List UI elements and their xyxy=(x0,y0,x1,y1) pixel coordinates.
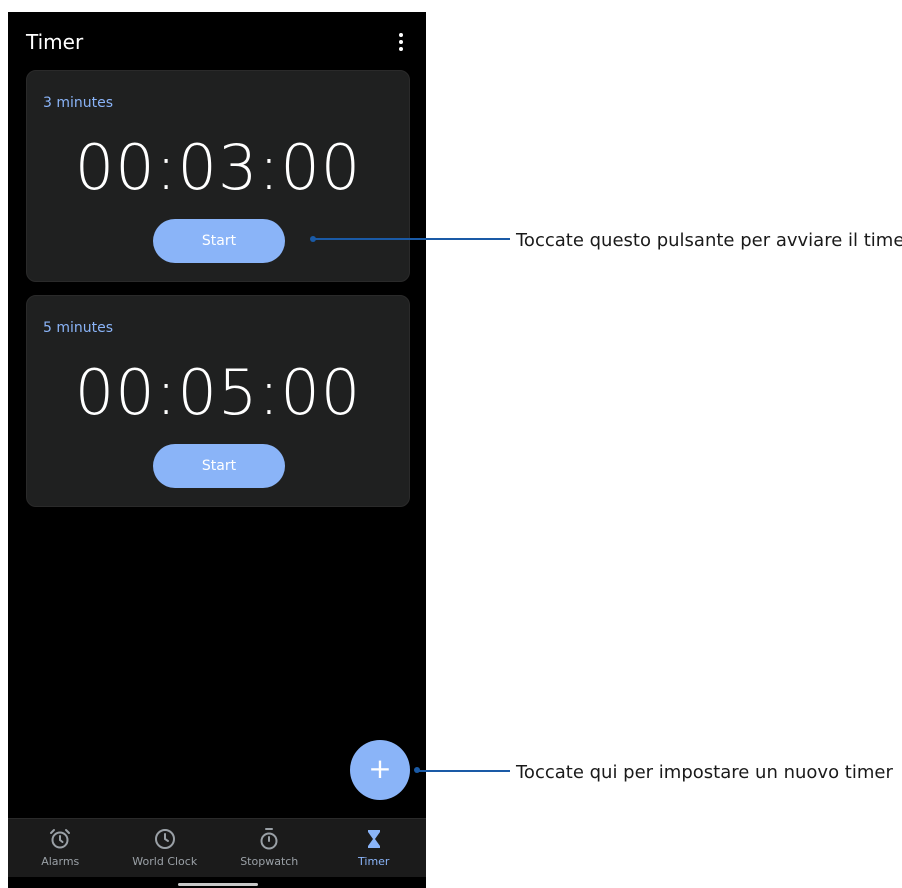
timer-label: 5 minutes xyxy=(43,320,114,336)
hourglass-icon xyxy=(367,830,380,848)
nav-label: Stopwatch xyxy=(240,855,299,868)
callout-line xyxy=(313,238,510,240)
timer-card[interactable]: 5 minutes 00:05:00 Start xyxy=(26,295,410,507)
timer-label: 3 minutes xyxy=(43,95,114,111)
bottom-navigation: Alarms World Clock Stopwatch Timer xyxy=(8,818,426,877)
timer-time: 00:05:00 xyxy=(74,356,362,429)
home-indicator[interactable] xyxy=(178,883,258,886)
nav-item-timer[interactable]: Timer xyxy=(322,819,427,877)
nav-item-world-clock[interactable]: World Clock xyxy=(113,819,218,877)
add-timer-button[interactable]: + xyxy=(350,740,410,800)
callout-new-text: Toccate qui per impostare un nuovo timer xyxy=(516,762,893,783)
nav-label: Alarms xyxy=(41,855,80,868)
phone-screen: Timer 3 minutes 00:03:00 Start 5 minutes… xyxy=(8,12,426,888)
alarm-icon xyxy=(50,829,71,849)
nav-item-alarms[interactable]: Alarms xyxy=(8,819,113,877)
callout-start-text: Toccate questo pulsante per avviare il t… xyxy=(516,230,902,251)
page-title: Timer xyxy=(26,30,84,54)
plus-icon: + xyxy=(368,752,392,785)
clock-icon xyxy=(154,829,175,849)
stopwatch-icon xyxy=(260,828,278,850)
timer-card[interactable]: 3 minutes 00:03:00 Start xyxy=(26,70,410,282)
start-button[interactable]: Start xyxy=(153,219,285,263)
overflow-menu-icon[interactable] xyxy=(392,28,410,56)
nav-item-stopwatch[interactable]: Stopwatch xyxy=(217,819,322,877)
timer-time: 00:03:00 xyxy=(74,131,362,204)
start-button[interactable]: Start xyxy=(153,444,285,488)
callout-line xyxy=(417,770,510,772)
nav-label: World Clock xyxy=(132,855,198,868)
nav-label: Timer xyxy=(358,855,390,868)
